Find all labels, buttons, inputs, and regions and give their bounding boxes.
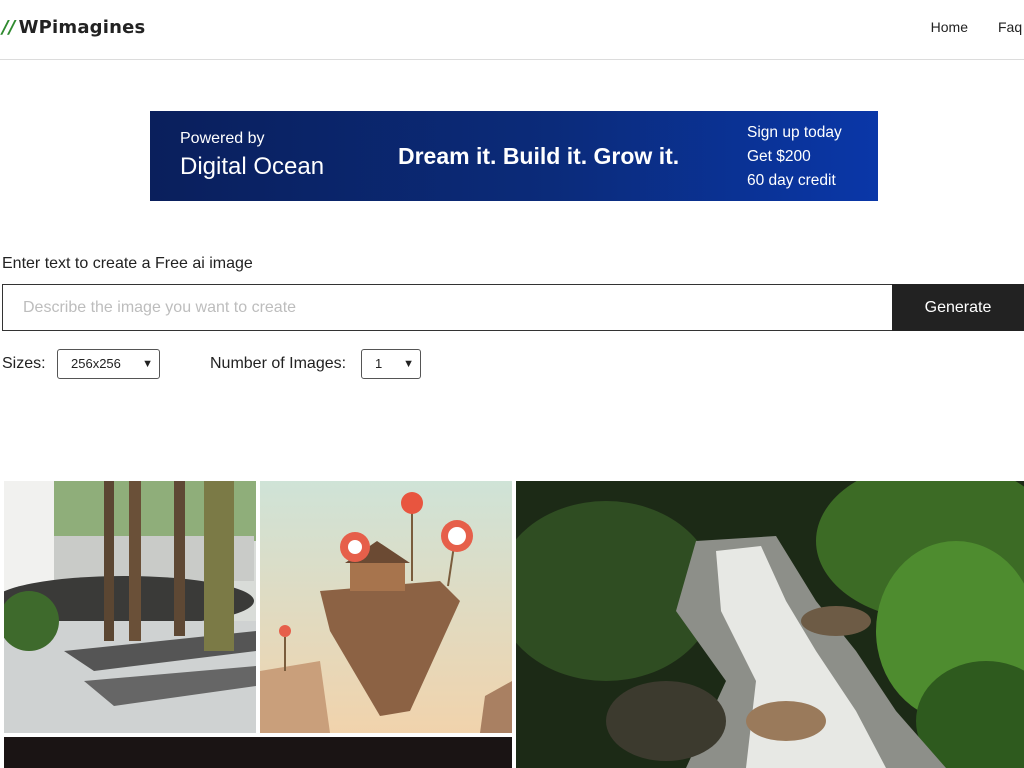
- banner-cta-line3: 60 day credit: [747, 172, 836, 189]
- prompt-row: Generate: [2, 284, 1024, 331]
- count-selected-value: 1: [375, 356, 383, 371]
- gallery-image-forest-stream[interactable]: [516, 481, 1024, 768]
- banner-brand: Digital Ocean: [180, 153, 325, 180]
- gallery-image-dark[interactable]: [4, 737, 512, 768]
- site-header: //WPimagines Home Faq: [0, 0, 1024, 60]
- digital-ocean-banner[interactable]: Powered by Digital Ocean Dream it. Build…: [150, 111, 878, 201]
- banner-tagline: Dream it. Build it. Grow it.: [398, 143, 680, 169]
- sizes-selected-value: 256x256: [71, 356, 121, 371]
- logo-text: WPimagines: [18, 17, 146, 38]
- prompt-input[interactable]: [2, 284, 892, 331]
- count-select[interactable]: 1 ▼: [361, 349, 421, 379]
- generate-button[interactable]: Generate: [892, 284, 1024, 331]
- main-nav: Home Faq: [931, 19, 1024, 35]
- banner-cta: Sign up today Get $200 60 day credit: [747, 121, 842, 193]
- nav-faq-link[interactable]: Faq: [998, 19, 1024, 35]
- chevron-down-icon: ▼: [403, 358, 414, 370]
- sizes-select[interactable]: 256x256 ▼: [57, 349, 160, 379]
- site-logo[interactable]: //WPimagines: [2, 17, 145, 38]
- gallery-image-courtyard[interactable]: [4, 481, 256, 733]
- chevron-down-icon: ▼: [142, 358, 153, 370]
- nav-home-link[interactable]: Home: [931, 19, 968, 35]
- banner-cta-line2: Get $200: [747, 148, 811, 165]
- logo-slashes: //: [2, 17, 16, 38]
- prompt-label: Enter text to create a Free ai image: [2, 255, 253, 272]
- count-label: Number of Images:: [210, 355, 347, 372]
- banner-cta-line1: Sign up today: [747, 124, 842, 141]
- gallery-image-floating-island[interactable]: [260, 481, 512, 733]
- banner-powered-by: Powered by: [180, 130, 265, 147]
- sizes-label: Sizes:: [2, 355, 46, 372]
